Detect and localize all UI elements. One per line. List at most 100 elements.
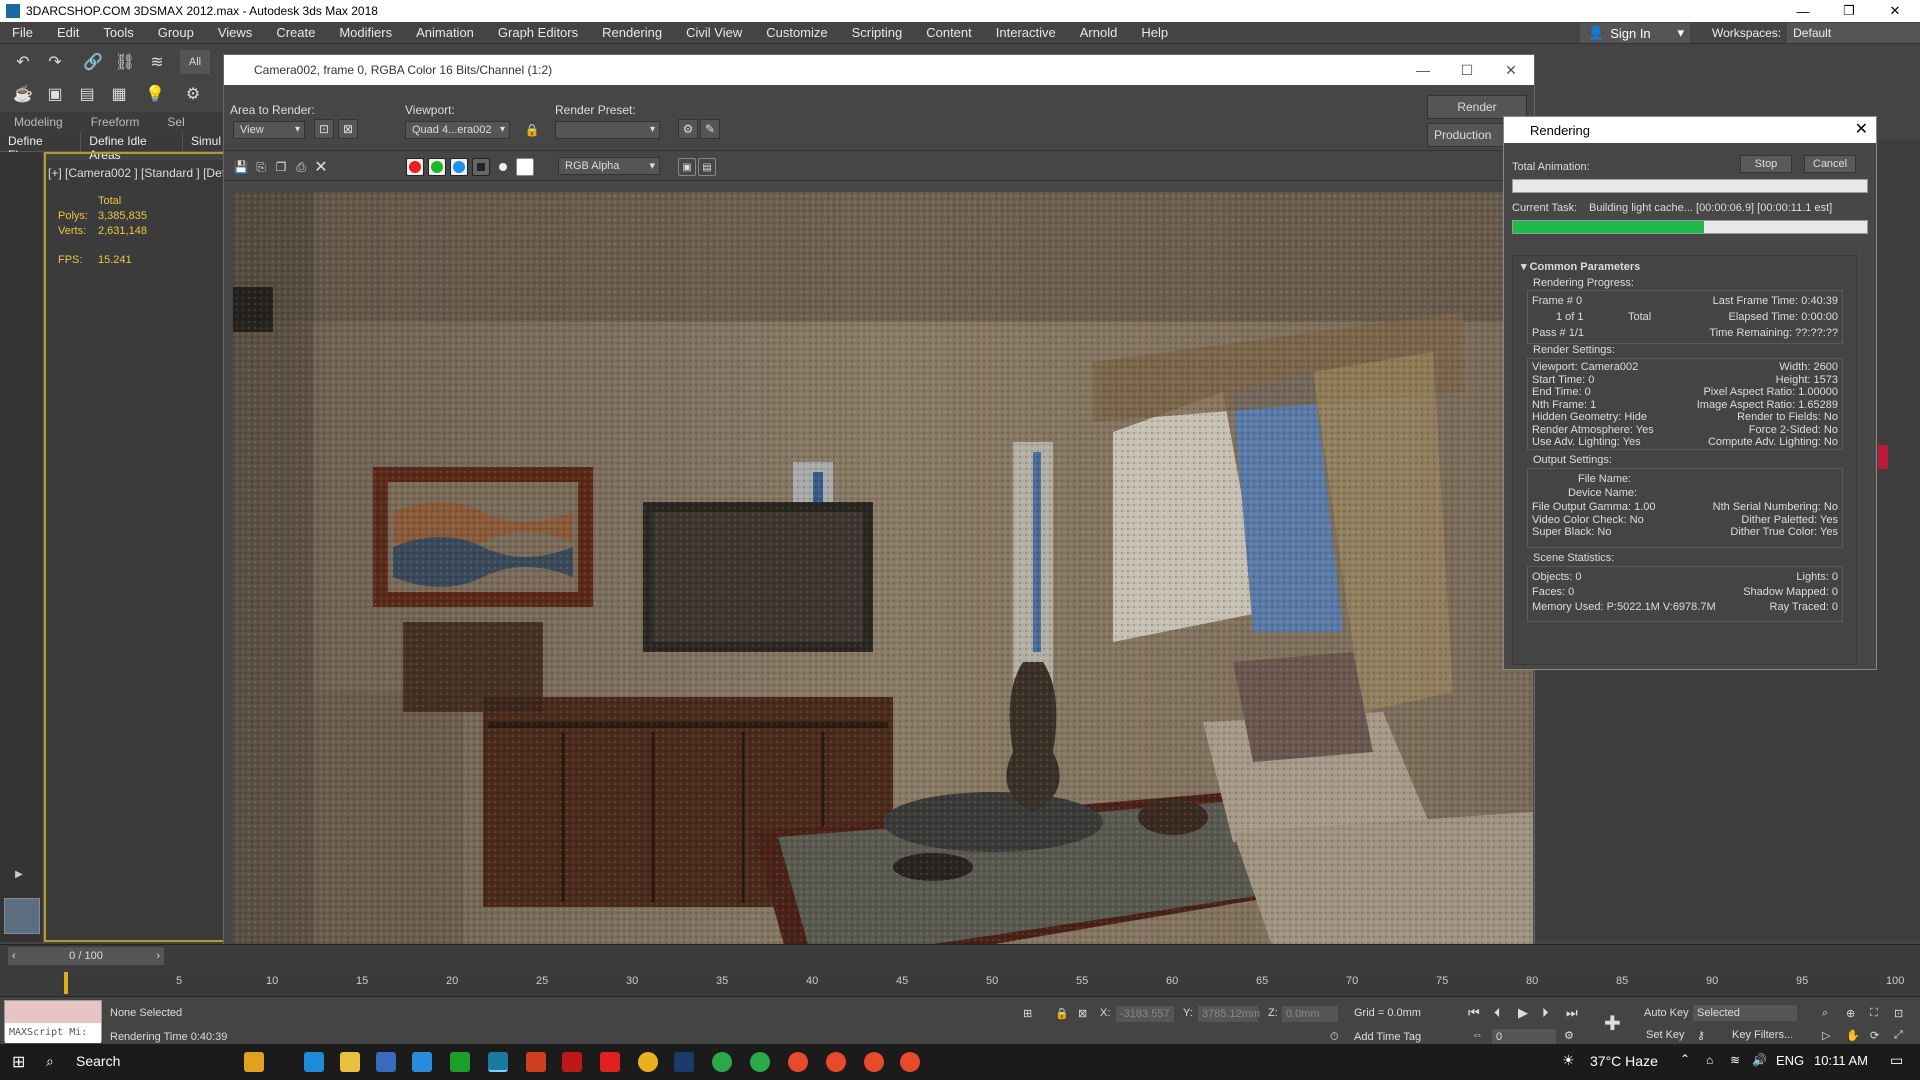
ribbon-tab-sel[interactable]: Sel — [153, 112, 198, 134]
menu-item-group[interactable]: Group — [146, 22, 206, 44]
isolate-icon[interactable]: ⊞ — [1023, 1007, 1032, 1020]
unlink-icon[interactable]: ⛓ — [112, 50, 138, 74]
render-setup-icon[interactable]: ⚙ — [678, 119, 698, 139]
common-parameters-header[interactable]: ▾ Common Parameters — [1521, 260, 1640, 273]
menu-item-help[interactable]: Help — [1129, 22, 1180, 44]
maximize-icon[interactable]: ☐ — [1444, 55, 1490, 85]
photoshop-icon[interactable] — [674, 1052, 694, 1072]
clock[interactable]: 10:11 AM — [1814, 1053, 1868, 1068]
prev-frame-icon[interactable]: ⏴ — [1494, 1005, 1501, 1021]
copy-icon[interactable]: ⎘ — [252, 158, 270, 176]
add-time-tag[interactable]: Add Time Tag — [1354, 1031, 1421, 1043]
zoom-icon[interactable]: ⌕ — [1822, 1007, 1828, 1020]
goto-start-icon[interactable]: ⏮ — [1468, 1005, 1480, 1021]
background-color-swatch[interactable] — [516, 158, 534, 176]
menu-item-edit[interactable]: Edit — [45, 22, 91, 44]
maximize-viewport-icon[interactable]: ⤢ — [1894, 1029, 1903, 1042]
viewcube-icon[interactable] — [4, 898, 40, 934]
toggle-overlays-icon[interactable]: ▤ — [698, 158, 716, 176]
mail-icon[interactable] — [412, 1052, 432, 1072]
selection-lock-icon[interactable]: 🔒 — [1055, 1007, 1069, 1020]
edge-icon[interactable] — [304, 1052, 324, 1072]
ribbon-subtab-define-idle-areas[interactable]: Define Idle Areas — [81, 132, 183, 162]
minimize-icon[interactable]: — — [1400, 55, 1446, 85]
area-to-render-select[interactable]: View — [233, 121, 305, 139]
save-icon[interactable]: 💾 — [232, 158, 250, 176]
render-setup-icon[interactable]: ▣ — [42, 82, 68, 106]
3dsmax-icon[interactable] — [488, 1052, 508, 1072]
ribbon-tab-modeling[interactable]: Modeling — [0, 112, 77, 134]
autocad-icon[interactable] — [562, 1052, 582, 1072]
menu-item-file[interactable]: File — [0, 22, 45, 44]
restore-icon[interactable]: ❐ — [1826, 0, 1872, 22]
store-icon[interactable] — [376, 1052, 396, 1072]
windows-start-icon[interactable]: ⊞ — [12, 1052, 25, 1072]
orbit-icon[interactable]: ⟳ — [1870, 1029, 1879, 1042]
stop-button[interactable]: Stop — [1740, 155, 1792, 173]
viewport-label[interactable]: [+] [Camera002 ] [Standard ] [Def — [48, 166, 225, 180]
pan-icon[interactable]: ✋ — [1846, 1029, 1860, 1042]
chrome-icon[interactable] — [788, 1052, 808, 1072]
chrome-icon[interactable] — [900, 1052, 920, 1072]
edit-region-icon[interactable]: ⊡ — [314, 119, 334, 139]
minimize-icon[interactable]: — — [1780, 0, 1826, 22]
time-tag-icon[interactable]: ⏱ — [1330, 1031, 1339, 1044]
next-frame-icon[interactable]: ⏵ — [1542, 1005, 1549, 1021]
acrobat-icon[interactable] — [600, 1052, 620, 1072]
green-channel-toggle[interactable] — [428, 158, 446, 176]
powerpoint-icon[interactable] — [526, 1052, 546, 1072]
play-icon[interactable]: ▶ — [10, 866, 28, 884]
time-config-icon[interactable]: ⚙ — [1564, 1029, 1574, 1042]
undo-icon[interactable]: ↶ — [10, 50, 36, 74]
ribbon-subtab-define-flows[interactable]: Define Flows — [0, 132, 82, 162]
zoom-extents-all-icon[interactable]: ⊡ — [1894, 1007, 1903, 1020]
chrome-icon[interactable] — [712, 1052, 732, 1072]
render-preset-select[interactable] — [555, 121, 660, 139]
ribbon-tab-freeform[interactable]: Freeform — [77, 112, 154, 134]
clear-icon[interactable]: ✕ — [312, 158, 330, 176]
render-frame-icon[interactable]: ▦ — [106, 82, 132, 106]
file-explorer-icon[interactable] — [340, 1052, 360, 1072]
key-icon[interactable]: ⚷ — [1697, 1029, 1705, 1042]
language-indicator[interactable]: ENG — [1776, 1053, 1804, 1068]
y-coordinate[interactable]: 3785.12mm — [1198, 1006, 1260, 1022]
menu-item-civil-view[interactable]: Civil View — [674, 22, 754, 44]
default-in-out-tangent-icon[interactable]: ✚ — [1604, 1011, 1621, 1036]
current-frame-field[interactable]: 0 — [1492, 1029, 1556, 1045]
red-channel-toggle[interactable] — [406, 158, 424, 176]
volume-icon[interactable]: 🔊 — [1752, 1053, 1767, 1067]
chrome-icon[interactable] — [638, 1052, 658, 1072]
notifications-icon[interactable]: ▭ — [1890, 1052, 1903, 1069]
sign-in-button[interactable]: 👤 Sign In ▾ — [1580, 23, 1690, 43]
lock-icon[interactable]: 🔒 — [524, 121, 540, 139]
absolute-mode-icon[interactable]: ⊠ — [1078, 1007, 1087, 1020]
maxscript-listener[interactable]: MAXScript Mi: — [4, 1000, 102, 1043]
auto-region-icon[interactable]: ⊠ — [338, 119, 358, 139]
z-coordinate[interactable]: 0.0mm — [1282, 1006, 1338, 1022]
redo-icon[interactable]: ↷ — [42, 50, 68, 74]
time-slider-handle[interactable] — [64, 972, 68, 994]
workspace-select[interactable]: Default — [1787, 23, 1920, 43]
menu-item-scripting[interactable]: Scripting — [840, 22, 915, 44]
chrome-icon[interactable] — [750, 1052, 770, 1072]
close-icon[interactable]: ✕ — [1488, 55, 1534, 85]
cancel-button[interactable]: Cancel — [1804, 155, 1856, 173]
app-icon[interactable] — [450, 1052, 470, 1072]
weather-status[interactable]: 37°C Haze — [1590, 1053, 1658, 1069]
environment-icon[interactable]: ✎ — [700, 119, 720, 139]
light-bulb-icon[interactable]: 💡 — [142, 82, 168, 106]
close-icon[interactable]: ✕ — [1855, 119, 1868, 139]
toggle-ui-icon[interactable]: ▣ — [678, 158, 696, 176]
teapot-icon[interactable]: ☕ — [10, 82, 36, 106]
display-channel-select[interactable]: RGB Alpha ▾ — [558, 157, 660, 175]
alpha-channel-toggle[interactable] — [472, 158, 490, 176]
network-icon[interactable]: ⌂ — [1706, 1053, 1713, 1067]
chevron-left-icon[interactable]: ‹ — [12, 950, 16, 962]
auto-key-button[interactable]: Auto Key — [1644, 1007, 1689, 1019]
material-editor-icon[interactable]: ▤ — [74, 82, 100, 106]
zoom-extents-icon[interactable]: ⛶ — [1870, 1007, 1878, 1020]
zoom-all-icon[interactable]: ⊕ — [1846, 1007, 1855, 1020]
time-ruler[interactable]: 5 10 15 20 25 30 35 40 45 50 55 60 65 70 75 80 85 90 95 100 — [60, 975, 1904, 995]
viewport-select[interactable]: Quad 4...era002 — [405, 121, 510, 139]
chevron-right-icon[interactable]: › — [156, 950, 160, 962]
